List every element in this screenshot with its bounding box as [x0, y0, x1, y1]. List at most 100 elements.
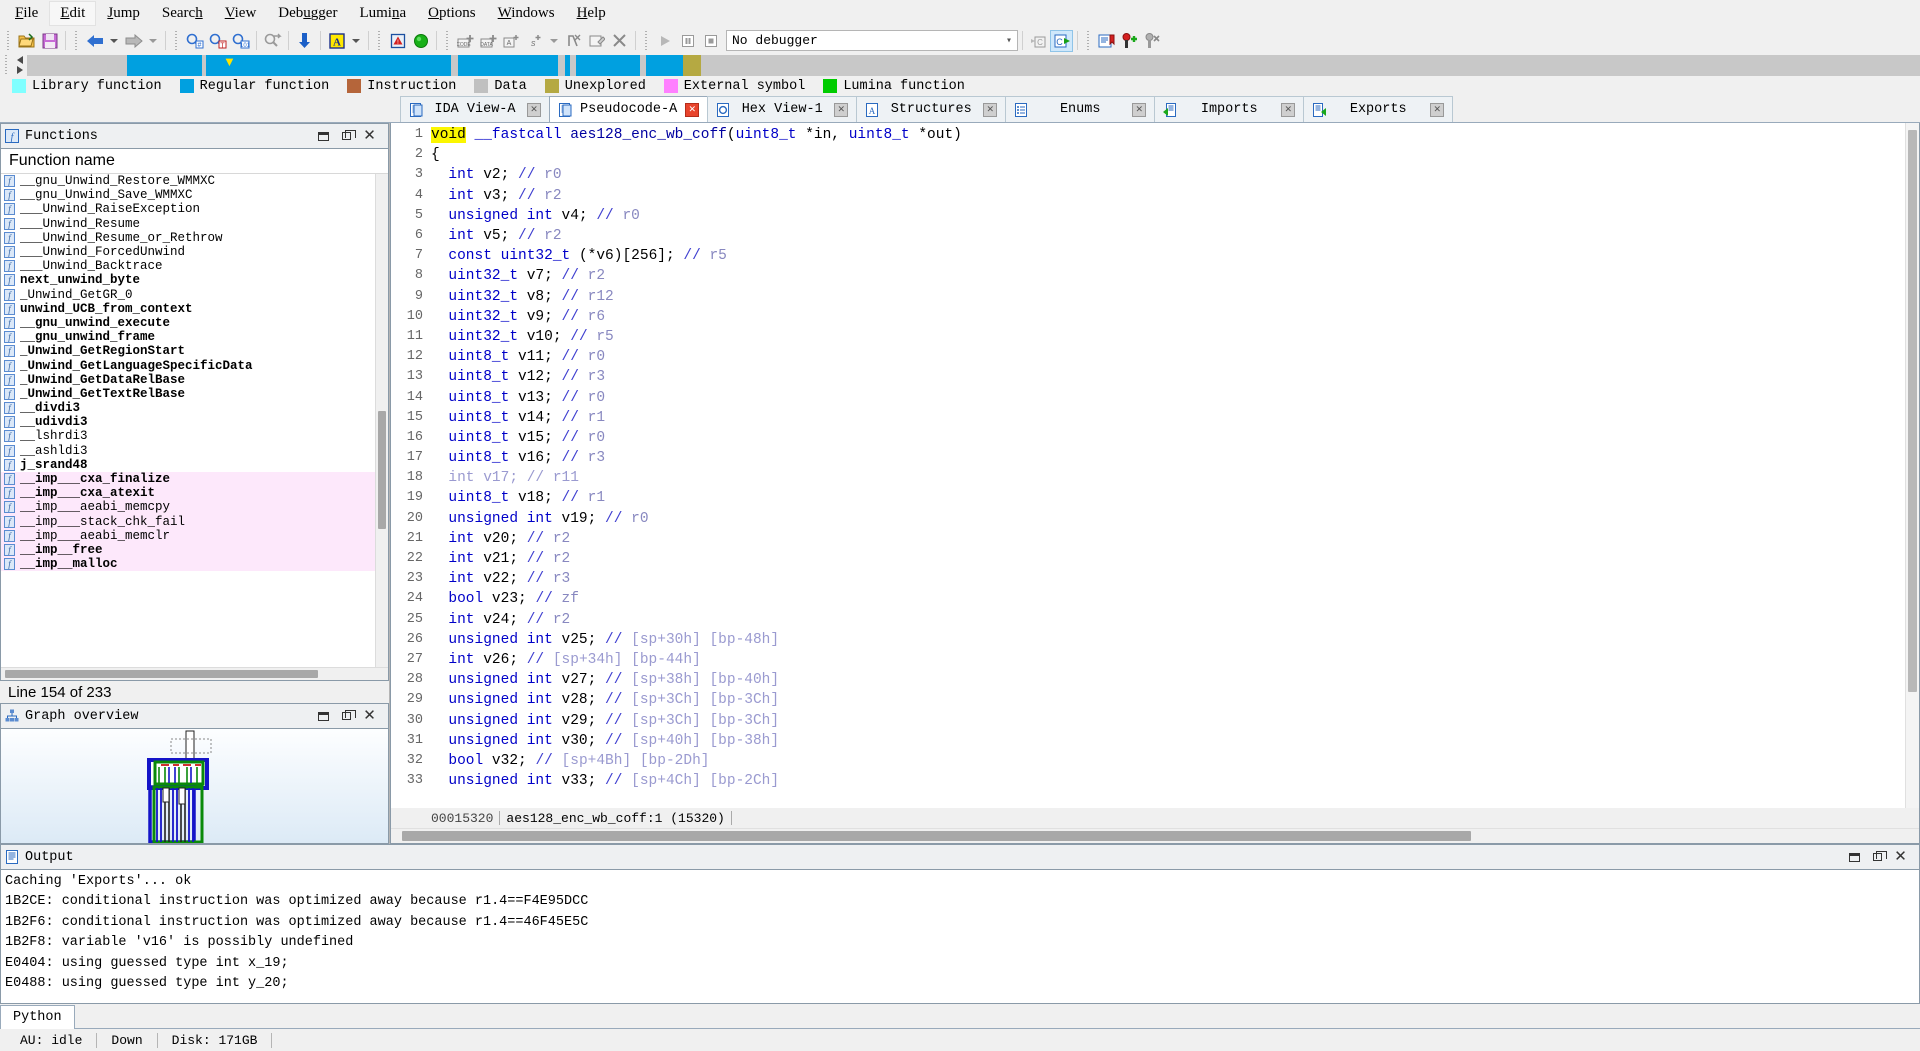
function-list-item[interactable]: f ___Unwind_ForcedUnwind [1, 245, 388, 259]
tab-hex-view-1[interactable]: Hex View-1 ✕ [707, 96, 858, 122]
menu-jump[interactable]: Jump [96, 1, 151, 26]
tab-close-icon[interactable]: ✕ [1132, 102, 1147, 117]
decompile-off-icon[interactable]: C [1027, 30, 1050, 52]
pseudocode-line[interactable]: 29 unsigned int v28; // [sp+3Ch] [bp-3Ch… [391, 690, 1905, 710]
pseudocode-line[interactable]: 26 unsigned int v25; // [sp+30h] [bp-48h… [391, 630, 1905, 650]
pseudocode-line[interactable]: 2{ [391, 145, 1905, 165]
tab-close-icon[interactable]: ✕ [834, 102, 849, 117]
make-struct-icon[interactable]: s [523, 30, 546, 52]
function-list-item[interactable]: f __lshrdi3 [1, 429, 388, 443]
graph-maximize-button[interactable] [317, 710, 330, 723]
back-arrow-icon[interactable] [83, 30, 106, 52]
toolbar-grip-4[interactable] [376, 30, 383, 51]
tab-imports[interactable]: Imports ✕ [1154, 96, 1305, 122]
pseudocode-line[interactable]: 17 uint8_t v16; // r3 [391, 448, 1905, 468]
output-close-button[interactable]: ✕ [1894, 849, 1907, 864]
pseudocode-line[interactable]: 10 uint32_t v9; // r6 [391, 307, 1905, 327]
tab-enums[interactable]: Enums ✕ [1005, 96, 1156, 122]
pseudocode-line[interactable]: 27 int v26; // [sp+34h] [bp-44h] [391, 650, 1905, 670]
toolbar-grip-3[interactable] [173, 30, 180, 51]
function-list-item[interactable]: f _Unwind_GetRegionStart [1, 344, 388, 358]
output-restore-button[interactable] [1871, 851, 1887, 864]
pseudocode-line[interactable]: 24 bool v23; // zf [391, 589, 1905, 609]
struct-dropdown-icon[interactable] [550, 38, 558, 43]
menu-edit[interactable]: Edit [49, 1, 97, 26]
make-data-icon[interactable]: DATA [477, 30, 500, 52]
pseudocode-line[interactable]: 31 unsigned int v30; // [sp+40h] [bp-38h… [391, 731, 1905, 751]
tab-close-icon[interactable]: ✕ [685, 102, 700, 117]
pseudocode-line[interactable]: 13 uint8_t v12; // r3 [391, 367, 1905, 387]
decompile-on-icon[interactable]: C [1050, 29, 1073, 52]
search-binary-icon[interactable]: 101 [229, 30, 252, 52]
down-arrow-icon[interactable] [293, 30, 316, 52]
functions-vscrollbar[interactable] [375, 174, 388, 667]
function-list-item[interactable]: f __imp___aeabi_memcpy [1, 500, 388, 515]
pseudocode-line[interactable]: 5 unsigned int v4; // r0 [391, 206, 1905, 226]
delete-function-icon[interactable] [608, 30, 631, 52]
functions-list[interactable]: f __gnu_Unwind_Restore_WMMXC f __gnu_Unwind… [1, 174, 388, 667]
function-list-item[interactable]: f ___Unwind_Resume [1, 217, 388, 231]
toolbar-grip[interactable] [5, 30, 12, 51]
pseudocode-line[interactable]: 25 int v24; // r2 [391, 610, 1905, 630]
pseudocode-line[interactable]: 19 uint8_t v18; // r1 [391, 488, 1905, 508]
pseudocode-line[interactable]: 30 unsigned int v29; // [sp+3Ch] [bp-3Ch… [391, 710, 1905, 730]
pseudocode-line[interactable]: 1 void __fastcall aes128_enc_wb_coff(uint… [391, 125, 1905, 145]
pseudocode-line[interactable]: 21 int v20; // r2 [391, 529, 1905, 549]
function-list-item[interactable]: f next_unwind_byte [1, 273, 388, 287]
navigator-band[interactable]: ▼ [0, 54, 1920, 76]
menu-debugger[interactable]: Debugger [267, 1, 348, 26]
functions-maximize-button[interactable] [317, 130, 330, 143]
navband-arrows[interactable] [13, 54, 27, 76]
pseudocode-line[interactable]: 28 unsigned int v27; // [sp+38h] [bp-40h… [391, 670, 1905, 690]
pseudocode-line[interactable]: 14 uint8_t v13; // r0 [391, 387, 1905, 407]
menu-help[interactable]: Help [566, 1, 617, 26]
search-text-icon[interactable]: T [206, 30, 229, 52]
tab-exports[interactable]: Exports ✕ [1303, 96, 1454, 122]
toolbar-grip-2[interactable] [73, 30, 80, 51]
stop-icon[interactable] [699, 30, 722, 52]
tab-structures[interactable]: A Structures ✕ [856, 96, 1007, 122]
tab-close-icon[interactable]: ✕ [1430, 102, 1445, 117]
function-list-item[interactable]: f __imp___aeabi_memclr [1, 528, 388, 543]
string-dropdown-icon[interactable] [352, 38, 360, 43]
forward-arrow-icon[interactable] [122, 30, 145, 52]
pseudocode-line[interactable]: 33 unsigned int v33; // [sp+4Ch] [bp-2Ch… [391, 771, 1905, 791]
function-list-item[interactable]: f __imp___cxa_atexit [1, 486, 388, 501]
graph-overview-thumbnail[interactable] [0, 729, 389, 844]
debugger-select[interactable]: No debugger ▾ [726, 30, 1018, 51]
pseudocode-line[interactable]: 8 uint32_t v7; // r2 [391, 266, 1905, 286]
functions-close-button[interactable]: ✕ [363, 128, 376, 143]
function-list-item[interactable]: f __imp__malloc [1, 557, 388, 572]
graph-restore-button[interactable] [340, 710, 356, 723]
function-list-item[interactable]: f __imp___cxa_finalize [1, 471, 388, 487]
navband-grip[interactable] [3, 55, 10, 75]
pseudocode-line[interactable]: 18 int v17; // r11 [391, 468, 1905, 488]
make-code-icon[interactable]: CODE [454, 30, 477, 52]
pseudocode-line[interactable]: 4 int v3; // r2 [391, 186, 1905, 206]
delete-breakpoint-icon[interactable] [1141, 30, 1164, 52]
add-breakpoint-icon[interactable] [1118, 30, 1141, 52]
function-list-item[interactable]: f ___Unwind_RaiseException [1, 202, 388, 216]
bookmark-icon[interactable] [1095, 30, 1118, 52]
pseudocode-line[interactable]: 16 uint8_t v15; // r0 [391, 428, 1905, 448]
pseudocode-line[interactable]: 6 int v5; // r2 [391, 226, 1905, 246]
pseudocode-line[interactable]: 3 int v2; // r0 [391, 165, 1905, 185]
open-file-icon[interactable] [15, 30, 38, 52]
ascii-string-icon[interactable]: A [325, 30, 348, 52]
toolbar-grip-7[interactable] [1085, 30, 1092, 51]
function-list-item[interactable]: f __gnu_Unwind_Save_WMMXC [1, 188, 388, 202]
tab-pseudocode-a[interactable]: Pseudocode-A ✕ [549, 96, 709, 122]
warning-icon[interactable]: ! [386, 30, 409, 52]
function-list-item[interactable]: f ___Unwind_Backtrace [1, 259, 388, 273]
menu-lumina[interactable]: Lumina [348, 1, 417, 26]
function-list-item[interactable]: f __ashldi3 [1, 444, 388, 458]
function-list-item[interactable]: f ___Unwind_Resume_or_Rethrow [1, 231, 388, 245]
functions-column-header[interactable]: Function name [1, 149, 388, 174]
pseudocode-line[interactable]: 9 uint32_t v8; // r12 [391, 287, 1905, 307]
function-list-item[interactable]: f __gnu_Unwind_Restore_WMMXC [1, 174, 388, 188]
function-list-item[interactable]: f __udivdi3 [1, 415, 388, 429]
run-green-icon[interactable] [409, 30, 432, 52]
function-list-item[interactable]: f _Unwind_GetDataRelBase [1, 373, 388, 387]
menu-search[interactable]: Search [151, 1, 214, 26]
function-list-item[interactable]: f __imp___stack_chk_fail [1, 514, 388, 529]
